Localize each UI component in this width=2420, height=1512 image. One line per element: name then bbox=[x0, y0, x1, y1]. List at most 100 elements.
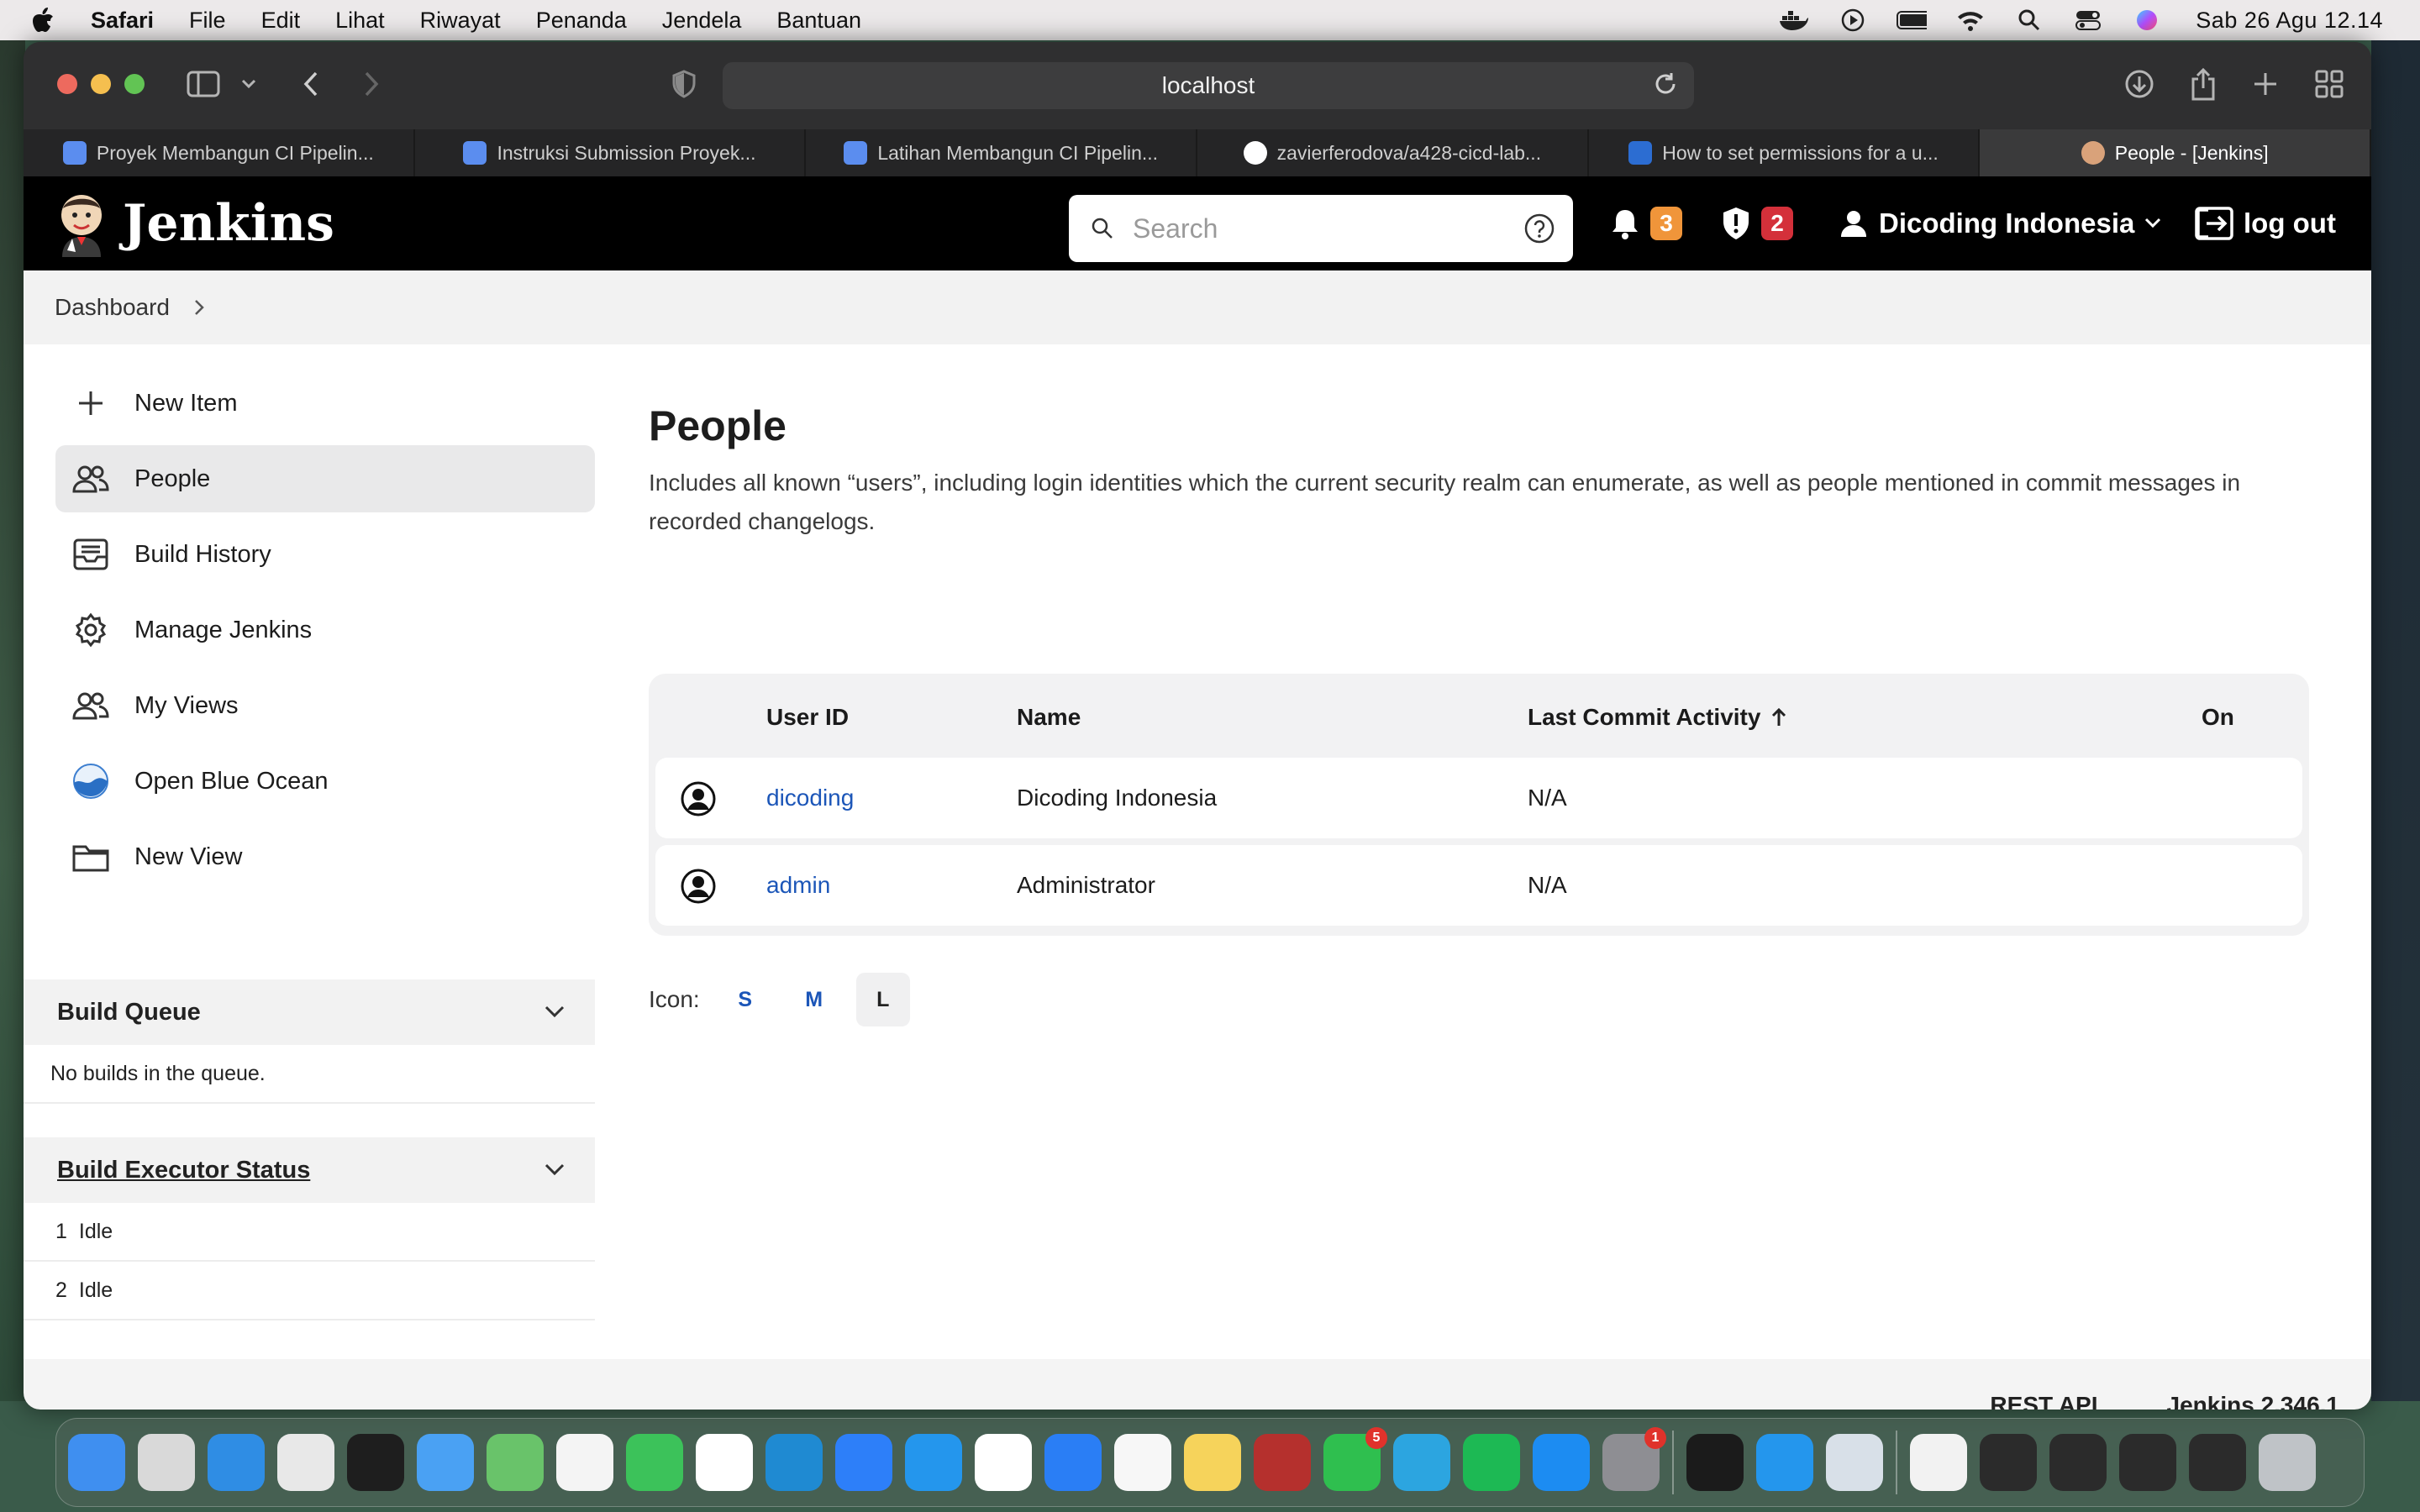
browser-tab[interactable]: Proyek Membangun CI Pipelin... bbox=[24, 129, 415, 176]
user-id-link[interactable]: dicoding bbox=[766, 785, 854, 811]
user-id-cell[interactable]: admin bbox=[766, 872, 830, 899]
control-center-icon[interactable] bbox=[2073, 8, 2103, 33]
sidebar-item-new-item[interactable]: New Item bbox=[55, 370, 595, 437]
jenkins-search-box[interactable] bbox=[1069, 195, 1573, 262]
notifications-button[interactable]: 3 bbox=[1610, 198, 1682, 249]
activity-monitor-icon[interactable] bbox=[1686, 1434, 1744, 1491]
launchpad-icon[interactable] bbox=[138, 1434, 195, 1491]
breadcrumb-dashboard[interactable]: Dashboard bbox=[55, 294, 170, 321]
facetime-icon[interactable] bbox=[626, 1434, 683, 1491]
browser-tab[interactable]: zavierferodova/a428-cicd-lab... bbox=[1197, 129, 1589, 176]
wifi-icon[interactable] bbox=[1955, 8, 1986, 33]
sidebar-item-manage-jenkins[interactable]: Manage Jenkins bbox=[55, 596, 595, 664]
build-executor-title[interactable]: Build Executor Status bbox=[57, 1157, 310, 1184]
xcode-instruments-icon[interactable] bbox=[835, 1434, 892, 1491]
chrome-icon[interactable] bbox=[277, 1434, 334, 1491]
logout-button[interactable]: log out bbox=[2195, 198, 2336, 249]
menu-view[interactable]: Lihat bbox=[335, 8, 385, 34]
reminders-icon[interactable] bbox=[1114, 1434, 1171, 1491]
search-input[interactable] bbox=[1133, 213, 1502, 244]
sidebar-item-new-view[interactable]: New View bbox=[55, 823, 595, 890]
close-window-button[interactable] bbox=[57, 74, 77, 94]
photos-icon[interactable] bbox=[556, 1434, 613, 1491]
reload-icon[interactable] bbox=[1654, 72, 1679, 103]
calendar-icon[interactable] bbox=[696, 1434, 753, 1491]
tab-overview-icon[interactable] bbox=[2311, 66, 2348, 102]
battery-icon[interactable] bbox=[1897, 8, 1928, 33]
finder-icon[interactable] bbox=[68, 1434, 125, 1491]
notes-icon[interactable] bbox=[1184, 1434, 1241, 1491]
icon-size-m[interactable]: M bbox=[787, 973, 841, 1026]
menu-file[interactable]: File bbox=[189, 8, 226, 34]
window-thumb-2-icon[interactable] bbox=[2049, 1434, 2107, 1491]
user-id-link[interactable]: admin bbox=[766, 872, 830, 898]
column-on[interactable]: On bbox=[2202, 704, 2234, 731]
app-store-icon[interactable] bbox=[1533, 1434, 1590, 1491]
zoom-window-button[interactable] bbox=[124, 74, 145, 94]
sidebar-item-my-views[interactable]: My Views bbox=[55, 672, 595, 739]
trash-icon[interactable] bbox=[2259, 1434, 2316, 1491]
mail-icon[interactable] bbox=[417, 1434, 474, 1491]
apple-icon[interactable] bbox=[30, 6, 55, 34]
notion-icon[interactable] bbox=[975, 1434, 1032, 1491]
sidebar-item-people[interactable]: People bbox=[55, 445, 595, 512]
icon-size-l[interactable]: L bbox=[855, 973, 910, 1026]
play-circle-icon[interactable] bbox=[1838, 8, 1868, 33]
chevron-down-icon[interactable] bbox=[544, 1005, 565, 1019]
browser-tab-active[interactable]: People - [Jenkins] bbox=[1980, 129, 2371, 176]
address-bar[interactable]: localhost bbox=[723, 62, 1694, 109]
browser-window-thumb-icon[interactable] bbox=[1910, 1434, 1967, 1491]
build-queue-header[interactable]: Build Queue bbox=[24, 979, 595, 1045]
logout-label[interactable]: log out bbox=[2244, 207, 2336, 239]
new-tab-icon[interactable] bbox=[2247, 66, 2284, 102]
chevron-down-icon[interactable] bbox=[230, 66, 267, 102]
downloads-icon[interactable] bbox=[2121, 66, 2158, 102]
sidebar-toggle-icon[interactable] bbox=[185, 66, 222, 102]
column-user-id[interactable]: User ID bbox=[766, 704, 849, 731]
user-menu-button[interactable]: Dicoding Indonesia bbox=[1839, 198, 2161, 249]
browser-tab[interactable]: How to set permissions for a u... bbox=[1589, 129, 1981, 176]
docker-status-icon[interactable] bbox=[1779, 8, 1809, 33]
docker-desktop-icon[interactable] bbox=[1756, 1434, 1813, 1491]
forward-icon[interactable] bbox=[353, 66, 390, 102]
back-icon[interactable] bbox=[292, 66, 329, 102]
menu-edit[interactable]: Edit bbox=[261, 8, 301, 34]
menu-app-safari[interactable]: Safari bbox=[91, 8, 154, 34]
dictionary-icon[interactable] bbox=[1254, 1434, 1311, 1491]
whatsapp-icon[interactable]: 5 bbox=[1323, 1427, 1387, 1491]
docker-icon[interactable] bbox=[905, 1434, 962, 1491]
rest-api-link[interactable]: REST API bbox=[1990, 1392, 2097, 1410]
build-executor-header[interactable]: Build Executor Status bbox=[24, 1137, 595, 1203]
window-thumb-1-icon[interactable] bbox=[1980, 1434, 2037, 1491]
browser-tab[interactable]: Instruksi Submission Proyek... bbox=[415, 129, 807, 176]
sidebar-item-open-blue-ocean[interactable]: Open Blue Ocean bbox=[55, 748, 595, 815]
help-icon[interactable] bbox=[1524, 213, 1555, 244]
vscode-icon[interactable] bbox=[765, 1434, 823, 1491]
safari-icon[interactable] bbox=[208, 1434, 265, 1491]
browser-tab[interactable]: Latihan Membangun CI Pipelin... bbox=[806, 129, 1198, 176]
system-settings-icon[interactable]: 1 bbox=[1602, 1427, 1666, 1491]
user-name[interactable]: Dicoding Indonesia bbox=[1879, 207, 2134, 239]
tasks-icon[interactable] bbox=[1044, 1434, 1102, 1491]
jenkins-version-link[interactable]: Jenkins 2.346.1 bbox=[2167, 1392, 2339, 1410]
window-thumb-4-icon[interactable] bbox=[2189, 1434, 2246, 1491]
menu-history[interactable]: Riwayat bbox=[420, 8, 501, 34]
icon-size-s[interactable]: S bbox=[718, 973, 772, 1026]
address-bar-url[interactable]: localhost bbox=[1162, 72, 1255, 99]
jenkins-logo[interactable]: Jenkins bbox=[55, 190, 334, 257]
chevron-right-icon[interactable] bbox=[193, 298, 205, 317]
spotify-icon[interactable] bbox=[1463, 1434, 1520, 1491]
chevron-down-icon[interactable] bbox=[544, 1163, 565, 1177]
preview-icon[interactable] bbox=[1826, 1434, 1883, 1491]
terminal-icon[interactable] bbox=[347, 1434, 404, 1491]
menu-window[interactable]: Jendela bbox=[662, 8, 742, 34]
menu-bookmarks[interactable]: Penanda bbox=[536, 8, 627, 34]
maps-icon[interactable] bbox=[487, 1434, 544, 1491]
menubar-clock[interactable]: Sab 26 Agu 12.14 bbox=[2196, 8, 2383, 34]
minimize-window-button[interactable] bbox=[91, 74, 111, 94]
telegram-icon[interactable] bbox=[1393, 1434, 1450, 1491]
siri-icon[interactable] bbox=[2132, 8, 2162, 33]
spotlight-search-icon[interactable] bbox=[2014, 8, 2044, 33]
sidebar-item-build-history[interactable]: Build History bbox=[55, 521, 595, 588]
user-id-cell[interactable]: dicoding bbox=[766, 785, 854, 811]
